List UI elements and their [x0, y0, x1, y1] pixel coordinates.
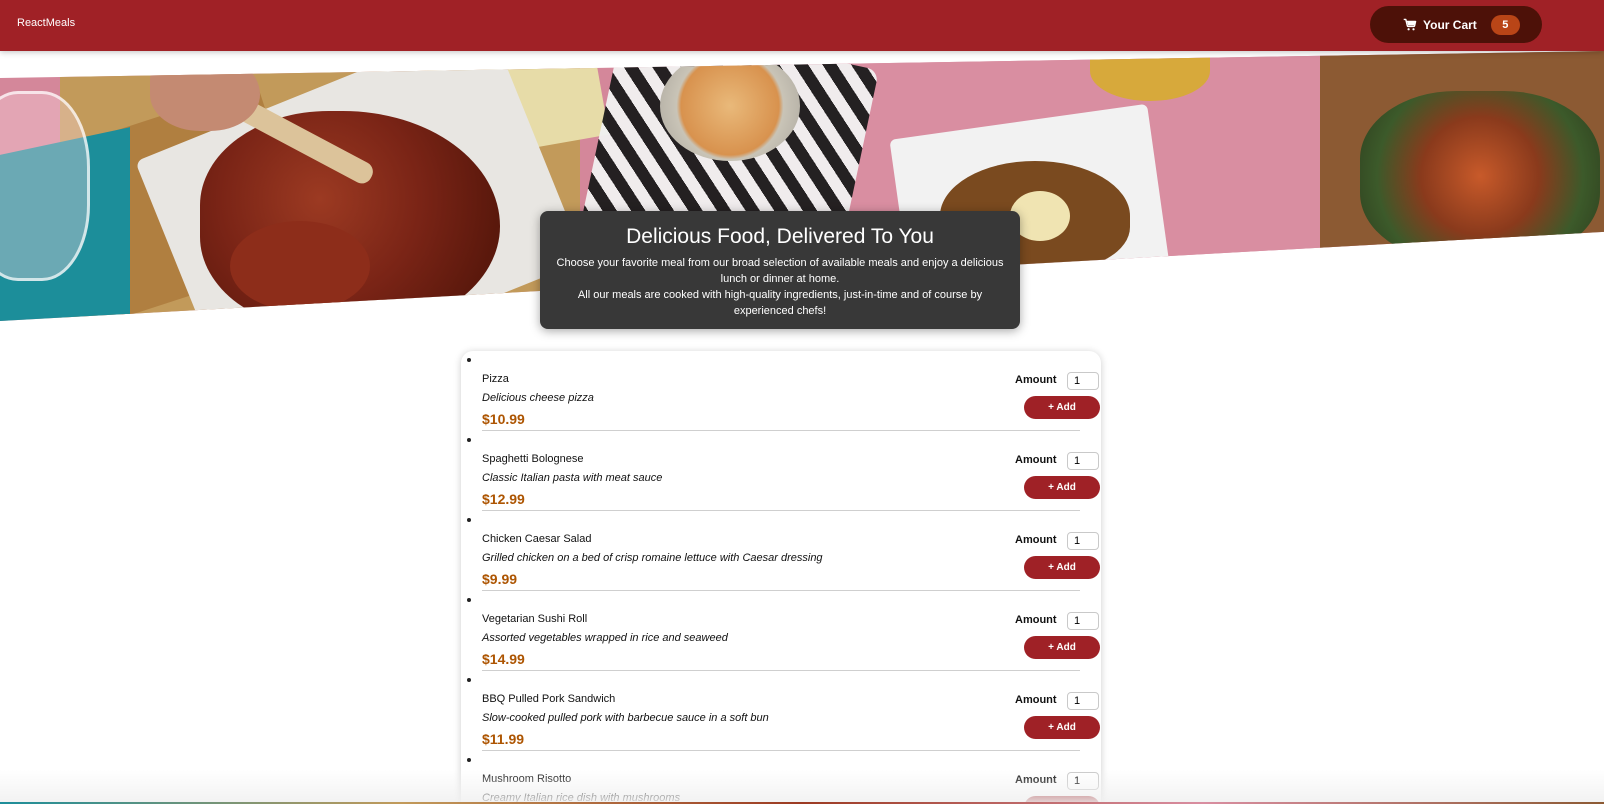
amount-label: Amount: [1015, 774, 1057, 786]
meal-description: Classic Italian pasta with meat sauce: [482, 472, 663, 484]
meal-description: Slow-cooked pulled pork with barbecue sa…: [482, 712, 769, 724]
cart-icon: [1403, 18, 1417, 30]
meal-price: $14.99: [482, 651, 525, 667]
meal-name: BBQ Pulled Pork Sandwich: [482, 693, 616, 705]
amount-input[interactable]: [1067, 612, 1099, 630]
cart-button[interactable]: Your Cart 5: [1370, 6, 1542, 43]
amount-input[interactable]: [1067, 372, 1099, 390]
meal-item: BBQ Pulled Pork Sandwich Slow-cooked pul…: [482, 671, 1100, 751]
cart-label: Your Cart: [1423, 17, 1477, 32]
meal-description: Assorted vegetables wrapped in rice and …: [482, 632, 728, 644]
meal-name: Pizza: [482, 373, 509, 385]
meal-description: Delicious cheese pizza: [482, 392, 594, 404]
brand-logo[interactable]: ReactMeals: [17, 17, 75, 29]
meals-summary: Delicious Food, Delivered To You Choose …: [540, 211, 1020, 329]
meal-price: $11.99: [482, 731, 525, 747]
meal-description: Grilled chicken on a bed of crisp romain…: [482, 552, 823, 564]
summary-text-2: All our meals are cooked with high-quali…: [577, 289, 983, 317]
meal-price: $10.99: [482, 411, 525, 427]
summary-title: Delicious Food, Delivered To You: [626, 225, 934, 248]
add-button[interactable]: + Add: [1024, 396, 1100, 419]
amount-label: Amount: [1015, 614, 1057, 626]
amount-input[interactable]: [1067, 532, 1099, 550]
meal-item: Chicken Caesar Salad Grilled chicken on …: [482, 511, 1100, 591]
cart-count-badge: 5: [1490, 14, 1520, 35]
amount-input[interactable]: [1067, 772, 1099, 790]
summary-text-1: Choose your favorite meal from our broad…: [556, 257, 1004, 285]
amount-label: Amount: [1015, 534, 1057, 546]
add-button[interactable]: + Add: [1024, 716, 1100, 739]
add-button[interactable]: + Add: [1024, 556, 1100, 579]
meal-name: Spaghetti Bolognese: [482, 453, 584, 465]
amount-input[interactable]: [1067, 692, 1099, 710]
meal-item: Mushroom Risotto Creamy Italian rice dis…: [482, 751, 1100, 804]
app-header: ReactMeals Your Cart 5: [0, 0, 1604, 51]
meal-name: Mushroom Risotto: [482, 773, 572, 785]
meal-item: Pizza Delicious cheese pizza $10.99 Amou…: [482, 351, 1100, 431]
meal-item: Spaghetti Bolognese Classic Italian past…: [482, 431, 1100, 511]
meal-name: Vegetarian Sushi Roll: [482, 613, 588, 625]
amount-input[interactable]: [1067, 452, 1099, 470]
meal-price: $9.99: [482, 571, 518, 587]
add-button[interactable]: + Add: [1024, 476, 1100, 499]
meal-item: Vegetarian Sushi Roll Assorted vegetable…: [482, 591, 1100, 671]
meal-list: Pizza Delicious cheese pizza $10.99 Amou…: [482, 351, 1100, 804]
add-button[interactable]: + Add: [1024, 636, 1100, 659]
meal-price: $12.99: [482, 491, 525, 507]
amount-label: Amount: [1015, 374, 1057, 386]
meal-name: Chicken Caesar Salad: [482, 533, 592, 545]
amount-label: Amount: [1015, 694, 1057, 706]
amount-label: Amount: [1015, 454, 1057, 466]
available-meals-card: Pizza Delicious cheese pizza $10.99 Amou…: [461, 351, 1101, 804]
